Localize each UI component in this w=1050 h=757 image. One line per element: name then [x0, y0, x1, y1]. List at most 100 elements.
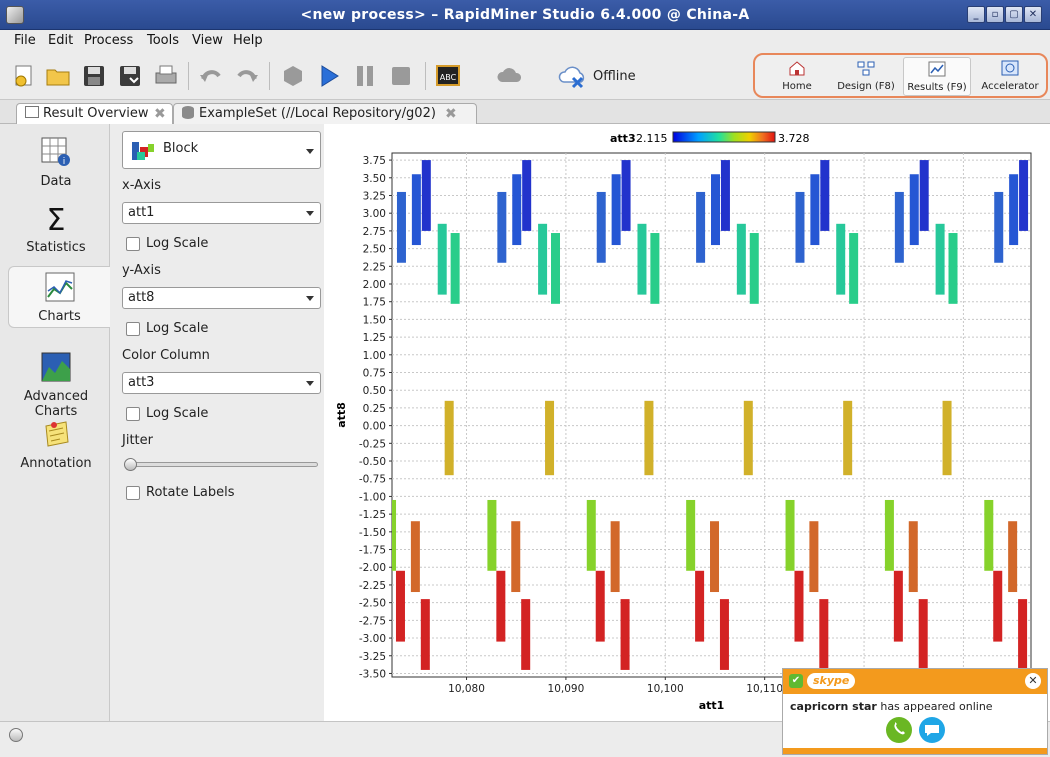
- chart-block: [538, 223, 548, 295]
- y-log-scale-checkbox[interactable]: [126, 322, 140, 336]
- color-log-scale-checkbox[interactable]: [126, 407, 140, 421]
- open-folder-icon[interactable]: [44, 62, 72, 90]
- chart-block: [421, 160, 431, 231]
- home-icon: [789, 61, 805, 76]
- rotate-labels-checkbox[interactable]: [126, 486, 140, 500]
- menu-view[interactable]: View: [192, 33, 223, 48]
- close-tab-icon[interactable]: ✖: [154, 106, 166, 122]
- chart-block: [611, 174, 621, 246]
- redo-icon[interactable]: [233, 62, 261, 90]
- offline-status-label[interactable]: Offline: [593, 69, 636, 84]
- menu-process[interactable]: Process: [84, 33, 133, 48]
- menu-tools[interactable]: Tools: [147, 33, 179, 48]
- perspective-design-label: Design (F8): [837, 81, 895, 92]
- skype-notification[interactable]: ✔ skype ✕ capricorn star has appeared on…: [782, 668, 1048, 755]
- perspective-home[interactable]: Home: [763, 57, 831, 96]
- status-indicator-icon[interactable]: [9, 728, 23, 742]
- chart-block: [894, 191, 904, 263]
- menu-edit[interactable]: Edit: [48, 33, 73, 48]
- chart-block: [395, 570, 405, 642]
- perspective-accelerator[interactable]: Accelerator: [973, 57, 1047, 96]
- tab-exampleset-label: ExampleSet (//Local Repository/g02): [199, 106, 436, 121]
- y-axis-select[interactable]: att8: [122, 287, 321, 309]
- close-icon[interactable]: ✕: [1025, 673, 1041, 689]
- perspective-results[interactable]: Results (F9): [903, 57, 971, 96]
- jitter-slider-thumb[interactable]: [124, 458, 137, 471]
- y-tick-label: -2.50: [359, 598, 386, 610]
- y-tick-label: -3.50: [359, 668, 386, 680]
- menu-bar: File Edit Process Tools View Help: [0, 30, 1050, 52]
- pause-icon[interactable]: [351, 62, 379, 90]
- y-tick-label: -1.50: [359, 527, 386, 539]
- y-tick-label: 1.75: [363, 297, 386, 309]
- y-tick-label: 0.50: [363, 385, 386, 397]
- tab-exampleset[interactable]: ExampleSet (//Local Repository/g02) ✖: [173, 103, 477, 124]
- x-tick-label: 10,110: [746, 683, 783, 695]
- spellcheck-abc-icon[interactable]: ABC: [434, 62, 462, 90]
- menu-file[interactable]: File: [14, 33, 36, 48]
- chart-type-select[interactable]: Block: [122, 131, 321, 169]
- chart-block: [596, 191, 606, 263]
- window-menu-button[interactable]: _: [967, 6, 985, 23]
- result-views-sidebar: i Data Σ Statistics Charts Advanced Char…: [0, 124, 110, 721]
- chart-block: [1035, 224, 1044, 295]
- cloud-icon[interactable]: [496, 62, 524, 90]
- play-icon[interactable]: [315, 62, 343, 90]
- chart-block: [621, 160, 631, 231]
- x-axis-value: att1: [128, 205, 155, 220]
- save-icon[interactable]: [80, 62, 108, 90]
- y-tick-label: 1.50: [363, 314, 386, 326]
- perspective-home-label: Home: [782, 81, 812, 92]
- y-tick-label: -0.25: [359, 438, 386, 450]
- chart-block: [444, 400, 454, 476]
- sidebar-item-statistics[interactable]: Σ Statistics: [4, 202, 108, 258]
- y-tick-label: 2.25: [363, 261, 386, 273]
- y-tick-label: 3.50: [363, 173, 386, 185]
- chart-block: [420, 599, 430, 670]
- chart-block: [719, 599, 729, 670]
- sidebar-item-annotation[interactable]: Annotation: [4, 418, 108, 474]
- tab-result-overview[interactable]: Result Overview ✖: [16, 103, 173, 124]
- run-step-icon[interactable]: [279, 62, 307, 90]
- chart-block: [984, 499, 994, 571]
- skype-chat-button[interactable]: [919, 717, 945, 743]
- accelerator-icon: [1001, 60, 1019, 76]
- sidebar-item-advanced-charts-label: Advanced Charts: [23, 389, 89, 419]
- y-tick-label: 0.75: [363, 368, 386, 380]
- y-tick-label: 1.00: [363, 350, 386, 362]
- offline-cloud-icon[interactable]: [558, 60, 590, 92]
- sidebar-item-charts[interactable]: Charts: [8, 266, 110, 328]
- save-as-icon[interactable]: [116, 62, 144, 90]
- chart-block: [893, 570, 903, 642]
- minimize-button[interactable]: ▫: [986, 6, 1004, 23]
- chart-block: [644, 400, 654, 476]
- sidebar-item-data[interactable]: i Data: [4, 136, 108, 192]
- chat-bubble-icon: [925, 725, 939, 736]
- skype-call-button[interactable]: [886, 717, 912, 743]
- chart-block: [650, 233, 660, 304]
- sidebar-item-statistics-label: Statistics: [26, 240, 86, 255]
- new-process-icon[interactable]: [10, 62, 38, 90]
- chart-block: [595, 570, 605, 642]
- y-log-scale-label: Log Scale: [146, 321, 209, 336]
- skype-header: ✔ skype ✕: [783, 669, 1047, 694]
- y-tick-label: -0.50: [359, 456, 386, 468]
- jitter-slider-track[interactable]: [126, 462, 318, 467]
- menu-help[interactable]: Help: [233, 33, 263, 48]
- stop-icon[interactable]: [387, 62, 415, 90]
- chart-block: [410, 521, 420, 593]
- x-axis-select[interactable]: att1: [122, 202, 321, 224]
- maximize-button[interactable]: ▢: [1005, 6, 1023, 23]
- close-window-button[interactable]: ✕: [1024, 6, 1042, 23]
- perspective-design[interactable]: Design (F8): [831, 57, 901, 96]
- undo-icon[interactable]: [197, 62, 225, 90]
- chart-block: [1008, 521, 1018, 593]
- chart-block: [743, 400, 753, 476]
- sidebar-item-data-label: Data: [40, 174, 72, 189]
- color-column-select[interactable]: att3: [122, 372, 321, 394]
- print-icon[interactable]: [152, 62, 180, 90]
- sidebar-item-advanced-charts[interactable]: Advanced Charts: [4, 336, 108, 419]
- x-log-scale-checkbox[interactable]: [126, 237, 140, 251]
- block-chart[interactable]: 3.75 3.50 3.25 3.00 2.75 2.50 2.25 2.00 1.75 1.50…: [324, 124, 1050, 721]
- close-tab-icon[interactable]: ✖: [445, 106, 457, 122]
